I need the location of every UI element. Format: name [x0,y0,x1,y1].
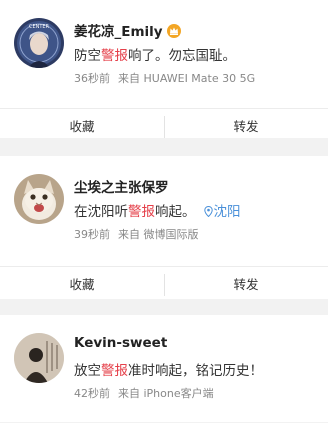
post-time: 36秒前 [74,72,110,85]
avatar-image [14,333,64,383]
post-card: 尘埃之主张保罗 在沈阳听警报响起。 沈阳 39秒前 来自 微博国际版 收藏 转发 [0,156,328,299]
username-text: 姜花凉_Emily [74,24,163,40]
avatar[interactable] [14,174,64,224]
content-text: 响了。勿忘国耻。 [128,48,236,64]
keyword-highlight[interactable]: 警报 [101,363,128,379]
avatar[interactable]: CENTER [14,18,64,68]
post-meta: 39秒前 来自 微博国际版 [74,226,199,242]
crown-icon [166,24,181,42]
post-time: 39秒前 [74,228,110,241]
repost-button[interactable]: 转发 [164,267,328,303]
content-text: 在沈阳听 [74,204,128,220]
avatar-image: CENTER [14,18,64,68]
post-card: Kevin-sweet 放空警报准时响起，铭记历史！ 42秒前 来自 iPhone… [0,315,328,422]
post-body[interactable]: Kevin-sweet 放空警报准时响起，铭记历史！ 42秒前 来自 iPhone… [0,315,328,423]
post-source: 来自 微博国际版 [118,228,199,241]
post-content: 在沈阳听警报响起。 沈阳 [74,200,241,220]
post-content: 放空警报准时响起，铭记历史！ [74,359,263,379]
content-text: 准时响起，铭记历史！ [128,363,263,379]
post-source: 来自 HUAWEI Mate 30 5G [118,72,256,85]
keyword-highlight[interactable]: 警报 [128,204,155,220]
post-content: 防空警报响了。勿忘国耻。 [74,44,236,64]
content-text: 防空 [74,48,101,64]
username[interactable]: 姜花凉_Emily [74,20,181,42]
collect-button[interactable]: 收藏 [0,267,164,303]
post-meta: 42秒前 来自 iPhone客户端 [74,385,214,401]
content-text: 响起。 [155,204,196,220]
repost-button[interactable]: 转发 [164,109,328,145]
post-body[interactable]: 尘埃之主张保罗 在沈阳听警报响起。 沈阳 39秒前 来自 微博国际版 [0,156,328,264]
collect-button[interactable]: 收藏 [0,109,164,145]
avatar-lettering: CENTER [29,24,50,30]
location-pin-icon [203,205,213,218]
weibo-feed: CENTER 姜花凉_Emily 防空警报响了。勿忘国耻。 36秒前 来自 HUA… [0,0,328,422]
username[interactable]: Kevin-sweet [74,335,167,351]
keyword-highlight[interactable]: 警报 [101,48,128,64]
username[interactable]: 尘埃之主张保罗 [74,176,169,196]
post-meta: 36秒前 来自 HUAWEI Mate 30 5G [74,70,255,86]
post-card: CENTER 姜花凉_Emily 防空警报响了。勿忘国耻。 36秒前 来自 HUA… [0,0,328,138]
location-link[interactable]: 沈阳 [203,204,241,220]
avatar[interactable] [14,333,64,383]
post-source: 来自 iPhone客户端 [118,387,214,400]
post-body[interactable]: CENTER 姜花凉_Emily 防空警报响了。勿忘国耻。 36秒前 来自 HUA… [0,0,328,108]
post-time: 42秒前 [74,387,110,400]
content-text: 放空 [74,363,101,379]
post-actions: 收藏 转发 [0,266,328,303]
location-text: 沈阳 [213,204,241,220]
post-actions: 收藏 转发 [0,108,328,145]
avatar-image [14,174,64,224]
